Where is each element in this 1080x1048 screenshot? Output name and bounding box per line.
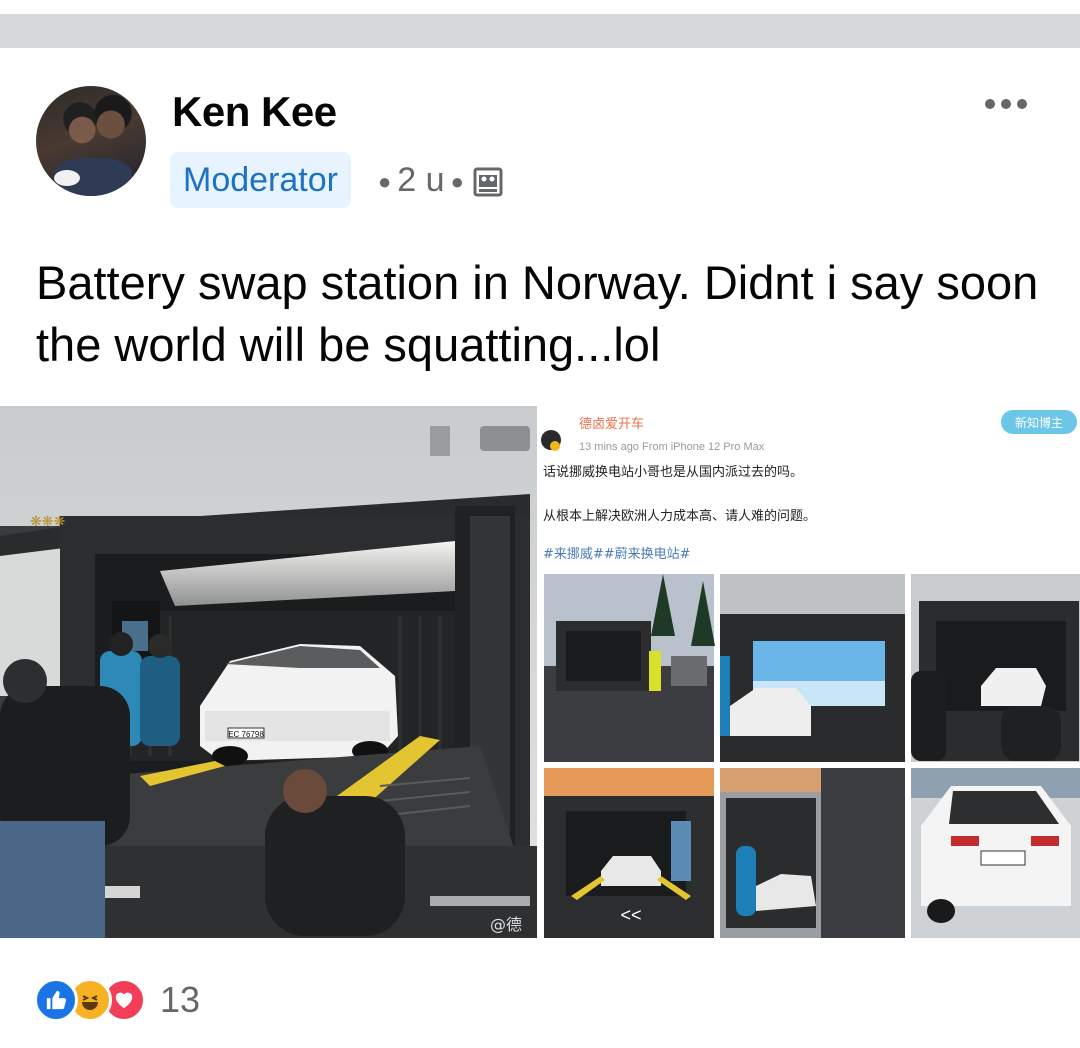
collage-tile-2 [720,574,905,762]
swap-station-photo: EC 76798 ❋❋❋ @德 [0,406,537,938]
ellipsis-icon [1001,99,1011,109]
post-meta: ● 2 u ● [372,158,504,204]
collage-tile-6 [911,768,1080,938]
collage-tile-3 [911,574,1080,762]
feed-divider [0,14,1080,48]
post-time[interactable]: 2 u [397,161,444,199]
reactions-bar[interactable]: 13 [34,976,200,1024]
collage-tile-4: << [544,768,714,938]
author-avatar[interactable] [36,86,146,196]
weibo-username: 德卤爱开车 [579,416,644,432]
avatar-plate [54,170,80,186]
reaction-count[interactable]: 13 [160,979,200,1021]
plate-text: EC 76798 [228,730,264,739]
collage-tile-5 [720,768,905,938]
watermark-text: @德 [490,915,522,934]
more-options-button[interactable] [980,88,1032,120]
station-sign: ❋❋❋ [30,513,65,529]
post-photo-collage[interactable]: 德卤爱开车 13 mins ago From iPhone 12 Pro Max… [541,406,1080,938]
post-photo-main[interactable]: EC 76798 ❋❋❋ @德 [0,406,537,938]
weibo-line-2: 从根本上解决欧洲人力成本高、请人难的问题。 [543,508,816,524]
post-text: Battery swap station in Norway. Didnt i … [36,256,1039,371]
ellipsis-icon [985,99,995,109]
weibo-hashtags: #来挪威##蔚来换电站# [543,547,691,562]
ellipsis-icon [1017,99,1027,109]
weibo-time: 13 mins ago From iPhone 12 Pro Max [579,441,765,453]
weibo-collage: 德卤爱开车 13 mins ago From iPhone 12 Pro Max… [541,406,1080,938]
collage-tile-1 [544,574,715,762]
gallery-icon [473,167,503,197]
weibo-line-1: 话说挪威换电站小哥也是从国内派过去的吗。 [543,464,803,480]
arrow-marking: << [620,905,641,925]
meta-dot: ● [378,169,392,195]
like-reaction-icon [34,978,78,1022]
author-name[interactable]: Ken Kee [172,88,337,136]
moderator-badge[interactable]: Moderator [170,152,351,208]
weibo-follow-label: 新知博主 [1015,415,1063,430]
meta-dot: ● [450,169,464,195]
